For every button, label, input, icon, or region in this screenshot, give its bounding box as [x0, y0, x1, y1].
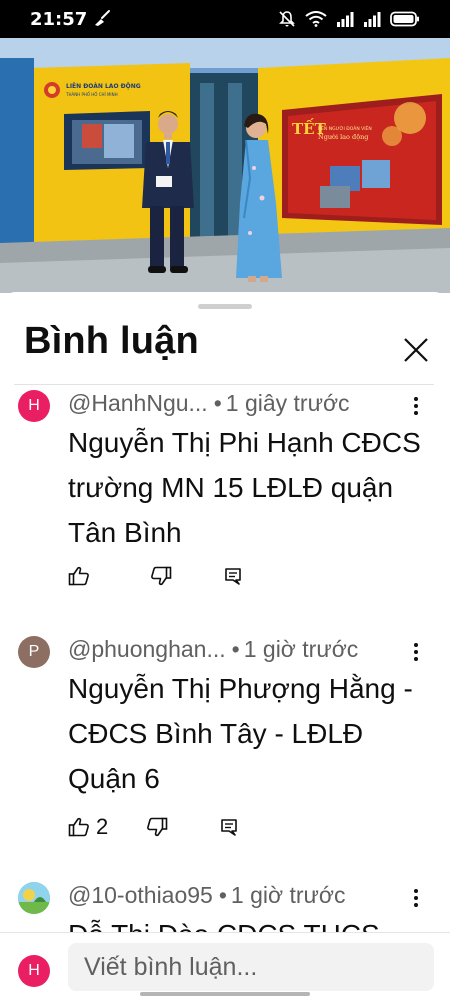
thumbs-up-icon	[68, 566, 89, 586]
thumbs-down-icon	[151, 566, 172, 586]
more-vert-icon	[414, 397, 418, 415]
comment-time: 1 giờ trước	[243, 636, 359, 662]
reply-button[interactable]	[220, 818, 238, 836]
thumbs-down-icon	[147, 817, 168, 837]
mute-bell-icon	[279, 11, 295, 27]
comment-text: Nguyễn Thị Phi Hạnh CĐCS trường MN 15 LĐ…	[68, 427, 421, 548]
more-vert-icon	[414, 889, 418, 907]
avatar[interactable]: P	[18, 636, 50, 668]
status-bar: 21:57	[0, 0, 450, 38]
screen-subtitle-2: Người lao động	[318, 133, 368, 141]
avatar-letter: P	[28, 643, 40, 660]
like-count: 2	[96, 814, 109, 839]
wifi-icon	[305, 11, 327, 27]
logo-line2: THÀNH PHỐ HỒ CHÍ MINH	[65, 92, 118, 97]
like-button[interactable]: 2	[68, 814, 108, 840]
signal-icon	[337, 12, 354, 27]
battery-icon	[390, 11, 419, 27]
video-player[interactable]: TẾT BÊN NGƯỜI ĐOÀN VIÊN Người lao động L…	[0, 38, 450, 293]
close-button[interactable]	[394, 328, 438, 372]
status-time: 21:57	[30, 9, 88, 30]
comment-author[interactable]: @phuonghan...	[68, 636, 226, 662]
comments-sheet: Bình luận H @HanhNgu... • 1 giây trước Ngu…	[0, 292, 450, 1000]
video-frame: TẾT BÊN NGƯỜI ĐOÀN VIÊN Người lao động L…	[0, 38, 450, 293]
like-button[interactable]	[68, 566, 96, 586]
drag-handle[interactable]	[198, 304, 252, 309]
comment-input-bar: H Viết bình luận...	[0, 932, 450, 1001]
logo-line1: LIÊN ĐOÀN LAO ĐỘNG	[66, 82, 141, 90]
avatar-letter: H	[28, 397, 40, 414]
more-options-button[interactable]	[404, 640, 428, 664]
dislike-button[interactable]	[150, 566, 172, 586]
comment-author[interactable]: @HanhNgu...	[68, 390, 208, 416]
comment-time: 1 giờ trước	[230, 882, 346, 908]
comment-actions: 2	[68, 814, 238, 840]
comment-text: Nguyễn Thị Phượng Hằng - CĐCS Bình Tây -…	[68, 673, 413, 794]
comment-actions	[68, 566, 242, 586]
more-options-button[interactable]	[404, 394, 428, 418]
avatar[interactable]	[18, 882, 50, 914]
comment-meta: @10-othiao95 • 1 giờ trước	[68, 882, 346, 908]
comment-item: H @HanhNgu... • 1 giây trước Nguyễn Thị Ph…	[0, 390, 450, 610]
signal-icon-2	[364, 12, 381, 27]
more-options-button[interactable]	[404, 886, 428, 910]
sheet-title: Bình luận	[24, 320, 199, 362]
comment-author[interactable]: @10-othiao95	[68, 882, 213, 908]
avatar[interactable]: H	[18, 390, 50, 422]
header-divider	[14, 384, 434, 385]
reply-comment-icon	[225, 568, 241, 585]
dislike-button[interactable]	[146, 817, 168, 837]
comment-meta: @phuonghan... • 1 giờ trước	[68, 636, 359, 662]
thumbs-up-icon	[68, 817, 89, 837]
comment-item: @10-othiao95•1 giờ trước Đỗ Thị Đào CĐCS…	[0, 882, 450, 932]
comment-input[interactable]: Viết bình luận...	[68, 943, 434, 991]
comment-input-placeholder: Viết bình luận...	[84, 952, 258, 981]
broom-icon	[95, 10, 110, 26]
more-vert-icon	[414, 643, 418, 661]
comment-time: 1 giây trước	[225, 390, 350, 416]
home-indicator[interactable]	[140, 992, 310, 996]
reply-button[interactable]	[224, 567, 242, 585]
avatar-image-icon	[18, 882, 50, 914]
user-avatar-letter: H	[28, 962, 40, 979]
comment-meta: @HanhNgu... • 1 giây trước	[68, 390, 350, 416]
reply-comment-icon	[221, 819, 238, 836]
comment-item: P @phuonghan... • 1 giờ trước Nguyễn Thị P…	[0, 636, 450, 856]
status-icons	[278, 10, 420, 28]
user-avatar: H	[18, 955, 50, 987]
close-icon	[404, 338, 428, 362]
comment-text: Đỗ Thị Đào CĐCS THCS	[68, 912, 428, 932]
